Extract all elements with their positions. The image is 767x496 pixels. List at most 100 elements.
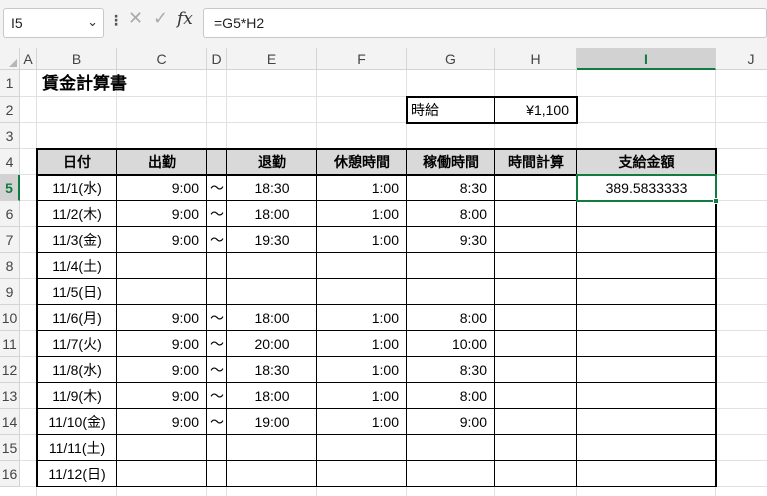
cell-sep[interactable] (207, 461, 227, 487)
cell-sep[interactable]: 〜 (207, 305, 227, 331)
cell-break[interactable]: 1:00 (317, 409, 407, 435)
cell-pay[interactable] (577, 279, 716, 305)
cell-end[interactable] (227, 461, 317, 487)
cell-calc[interactable] (495, 201, 577, 227)
cell-date[interactable]: 11/8(水) (37, 357, 117, 383)
column-header-e[interactable]: E (227, 48, 317, 70)
cell-sep[interactable]: 〜 (207, 409, 227, 435)
column-header-h[interactable]: H (495, 48, 577, 70)
cell-calc[interactable] (495, 461, 577, 487)
cell-sep[interactable]: 〜 (207, 331, 227, 357)
cell-pay[interactable] (577, 435, 716, 461)
cell-start[interactable] (117, 435, 207, 461)
cell-break[interactable] (317, 461, 407, 487)
cell-break[interactable]: 1:00 (317, 357, 407, 383)
cell-break[interactable]: 1:00 (317, 383, 407, 409)
cell-work[interactable] (407, 279, 495, 305)
cell-sep[interactable]: 〜 (207, 227, 227, 253)
cell-work[interactable]: 8:00 (407, 383, 495, 409)
cell-sep[interactable] (207, 253, 227, 279)
cell-calc[interactable] (495, 227, 577, 253)
cell-end[interactable] (227, 435, 317, 461)
cell-sep[interactable] (207, 279, 227, 305)
cell-start[interactable]: 9:00 (117, 357, 207, 383)
cell-date[interactable]: 11/1(水) (37, 175, 117, 201)
cell-start[interactable]: 9:00 (117, 201, 207, 227)
cell-calc[interactable] (495, 435, 577, 461)
formula-input[interactable]: =G5*H2 (203, 8, 767, 38)
row-header-1[interactable]: 1 (0, 70, 20, 97)
cell-break[interactable]: 1:00 (317, 305, 407, 331)
cell-end[interactable]: 18:30 (227, 175, 317, 201)
cell-break[interactable] (317, 435, 407, 461)
cell-start[interactable]: 9:00 (117, 175, 207, 201)
cell-end[interactable]: 19:30 (227, 227, 317, 253)
row-header-12[interactable]: 12 (0, 357, 20, 383)
cell-pay[interactable] (577, 409, 716, 435)
cell-work[interactable]: 8:00 (407, 305, 495, 331)
cell-work[interactable] (407, 253, 495, 279)
cell-date[interactable]: 11/6(月) (37, 305, 117, 331)
column-header-f[interactable]: F (317, 48, 407, 70)
cell-pay[interactable] (577, 305, 716, 331)
cell-start[interactable] (117, 461, 207, 487)
cell-pay[interactable] (577, 227, 716, 253)
cell-start[interactable] (117, 279, 207, 305)
cell-work[interactable]: 8:30 (407, 175, 495, 201)
insert-function-button[interactable]: fx (177, 9, 193, 29)
cell-calc[interactable] (495, 253, 577, 279)
cell-pay[interactable] (577, 253, 716, 279)
cell-start[interactable] (117, 253, 207, 279)
cell-date[interactable]: 11/11(土) (37, 435, 117, 461)
row-header-14[interactable]: 14 (0, 409, 20, 435)
cell-calc[interactable] (495, 305, 577, 331)
cell-end[interactable]: 18:30 (227, 357, 317, 383)
row-header-15[interactable]: 15 (0, 435, 20, 461)
cell-break[interactable]: 1:00 (317, 227, 407, 253)
cell-date[interactable]: 11/10(金) (37, 409, 117, 435)
cell-break[interactable]: 1:00 (317, 175, 407, 201)
column-header-i[interactable]: I (577, 48, 716, 70)
cell-work[interactable]: 9:00 (407, 409, 495, 435)
cell-sep[interactable]: 〜 (207, 357, 227, 383)
column-header-g[interactable]: G (407, 48, 495, 70)
cell-start[interactable]: 9:00 (117, 227, 207, 253)
cell-pay[interactable] (577, 357, 716, 383)
chevron-down-icon[interactable]: ⌄ (87, 14, 98, 30)
cell-end[interactable] (227, 253, 317, 279)
cell-start[interactable]: 9:00 (117, 331, 207, 357)
cell-break[interactable] (317, 279, 407, 305)
cell-work[interactable]: 10:00 (407, 331, 495, 357)
cell-end[interactable] (227, 279, 317, 305)
cell-break[interactable] (317, 253, 407, 279)
row-header-9[interactable]: 9 (0, 279, 20, 305)
close-icon[interactable]: ✕ (128, 8, 143, 29)
cell-sep[interactable]: 〜 (207, 201, 227, 227)
cell-calc[interactable] (495, 331, 577, 357)
cell-end[interactable]: 19:00 (227, 409, 317, 435)
cell-date[interactable]: 11/5(日) (37, 279, 117, 305)
row-header-4[interactable]: 4 (0, 149, 20, 175)
cell-break[interactable]: 1:00 (317, 331, 407, 357)
cell-end[interactable]: 20:00 (227, 331, 317, 357)
cell-calc[interactable] (495, 175, 577, 201)
cell-pay[interactable] (577, 461, 716, 487)
name-box[interactable]: I5 ⌄ (3, 8, 104, 38)
cell-work[interactable]: 8:00 (407, 201, 495, 227)
cell-end[interactable]: 18:00 (227, 305, 317, 331)
cell-sep[interactable]: 〜 (207, 175, 227, 201)
cell-work[interactable] (407, 461, 495, 487)
cell-start[interactable]: 9:00 (117, 305, 207, 331)
row-header-8[interactable]: 8 (0, 253, 20, 279)
column-header-j[interactable]: J (716, 48, 767, 70)
row-header-2[interactable]: 2 (0, 97, 20, 123)
cell-start[interactable]: 9:00 (117, 409, 207, 435)
row-header-10[interactable]: 10 (0, 305, 20, 331)
cell-calc[interactable] (495, 357, 577, 383)
column-header-b[interactable]: B (37, 48, 117, 70)
cell-sep[interactable]: 〜 (207, 383, 227, 409)
cell-calc[interactable] (495, 409, 577, 435)
cell-pay[interactable] (577, 201, 716, 227)
cell-date[interactable]: 11/9(木) (37, 383, 117, 409)
row-header-3[interactable]: 3 (0, 123, 20, 149)
